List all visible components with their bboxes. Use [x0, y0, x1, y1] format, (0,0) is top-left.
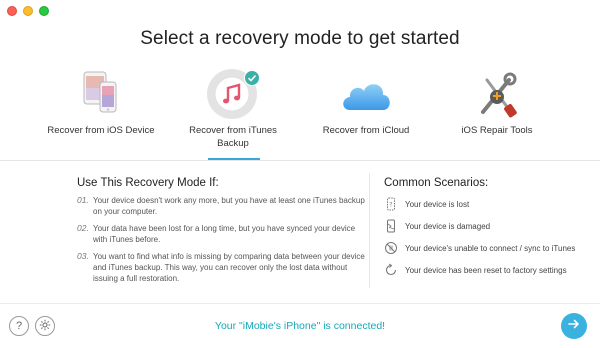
recovery-mode-selector: Recover from iOS Device Recover from iTu…	[0, 68, 600, 160]
selected-check-icon	[244, 70, 260, 86]
page-title: Select a recovery mode to get started	[140, 28, 460, 49]
list-item: 02. Your data have been lost for a long …	[77, 223, 367, 245]
list-item: 01. Your device doesn't work any more, b…	[77, 195, 367, 217]
list-item: Your device's unable to connect / sync t…	[384, 237, 594, 259]
scenario-text: Your device is lost	[405, 199, 470, 209]
item-number: 01.	[77, 195, 89, 205]
app-window: Select a recovery mode to get started Re…	[0, 0, 600, 348]
scenario-text: Your device is damaged	[405, 221, 491, 231]
mode-recover-from-ios-device[interactable]: Recover from iOS Device	[26, 68, 176, 160]
arrow-right-icon	[567, 317, 581, 336]
list-item: Your device has been reset to factory se…	[384, 259, 594, 281]
item-text: Your data have been lost for a long time…	[93, 224, 356, 244]
scenarios-title: Common Scenarios:	[384, 177, 489, 189]
item-text: You want to find what info is missing by…	[93, 252, 365, 283]
window-controls	[7, 6, 49, 16]
reset-icon	[384, 263, 398, 277]
no-connect-icon	[384, 241, 398, 255]
damaged-device-icon	[384, 219, 398, 233]
lost-device-icon: ?	[384, 197, 398, 211]
usage-title: Use This Recovery Mode If:	[77, 177, 219, 189]
scenario-text: Your device's unable to connect / sync t…	[405, 243, 576, 253]
scenarios-section: Common Scenarios: ? Your device is lost …	[384, 177, 594, 281]
list-item: ? Your device is lost	[384, 193, 594, 215]
mode-label: iOS Repair Tools	[461, 125, 533, 136]
scenario-text: Your device has been reset to factory se…	[405, 265, 567, 275]
next-button[interactable]	[561, 313, 587, 339]
mode-recover-from-itunes-backup[interactable]: Recover from iTunes Backup	[158, 68, 308, 160]
mode-label: Recover from iOS Device	[47, 125, 155, 136]
footer-divider	[0, 303, 600, 304]
divider	[0, 160, 600, 161]
mode-label: Recover from iTunes Backup	[189, 125, 277, 149]
ios-devices-icon	[73, 68, 129, 122]
mode-label: Recover from iCloud	[322, 125, 410, 136]
item-number: 02.	[77, 223, 89, 233]
minimize-window-button[interactable]	[23, 6, 33, 16]
zoom-window-button[interactable]	[39, 6, 49, 16]
svg-text:?: ?	[389, 202, 392, 209]
usage-section: Use This Recovery Mode If: 01. Your devi…	[77, 177, 367, 290]
list-item: 03. You want to find what info is missin…	[77, 251, 367, 284]
divider	[369, 173, 370, 288]
mode-recover-from-icloud[interactable]: Recover from iCloud	[291, 68, 441, 160]
list-item: Your device is damaged	[384, 215, 594, 237]
repair-tools-icon	[469, 68, 525, 122]
connection-status: Your "iMobie's iPhone" is connected!	[214, 320, 386, 332]
icloud-icon	[338, 68, 394, 122]
item-text: Your device doesn't work any more, but y…	[93, 196, 365, 216]
item-number: 03.	[77, 251, 89, 261]
mode-ios-repair-tools[interactable]: iOS Repair Tools	[422, 68, 572, 160]
close-window-button[interactable]	[7, 6, 17, 16]
